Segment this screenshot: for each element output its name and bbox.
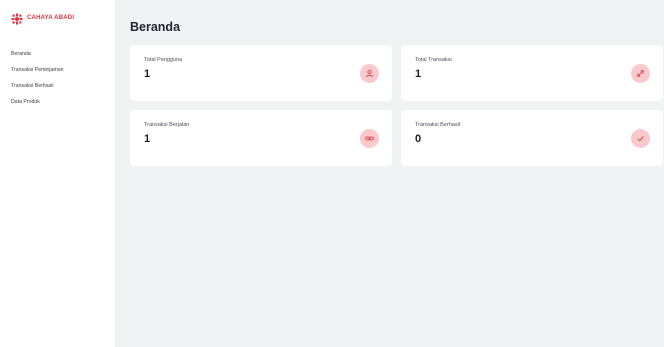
user-icon	[360, 64, 379, 83]
app-root: CAHAYA ABADI Beranda Transaksi Peminjama…	[0, 0, 664, 347]
stat-card-value: 1	[415, 68, 422, 80]
arrows-icon	[631, 64, 650, 83]
link-icon	[360, 129, 379, 148]
sidebar-item-beranda[interactable]: Beranda	[11, 46, 115, 62]
brand-name: CAHAYA ABADI	[27, 15, 75, 21]
check-icon	[631, 129, 650, 148]
stat-card-value: 1	[144, 68, 151, 80]
stat-card-label: Total Pengguna	[144, 57, 183, 63]
brand[interactable]: CAHAYA ABADI	[11, 12, 115, 25]
sidebar-item-data-produk[interactable]: Data Produk	[11, 94, 115, 110]
main-content: Beranda Total Pengguna 1 Total Transaksi…	[115, 0, 664, 347]
stats-grid: Total Pengguna 1 Total Transaksi 1 Trans…	[130, 45, 664, 166]
page-title: Beranda	[130, 20, 181, 34]
stat-card-total-transaksi: Total Transaksi 1	[401, 45, 663, 101]
stat-card-value: 0	[415, 133, 422, 145]
stat-card-value: 1	[144, 133, 151, 145]
stat-card-transaksi-berjalan: Transaksi Berjalan 1	[130, 110, 392, 166]
stat-card-transaksi-berhasil: Transaksi Berhasil 0	[401, 110, 663, 166]
sidebar: CAHAYA ABADI Beranda Transaksi Peminjama…	[0, 0, 115, 347]
stat-card-total-pengguna: Total Pengguna 1	[130, 45, 392, 101]
stat-card-label: Transaksi Berhasil	[415, 122, 461, 128]
stat-card-label: Transaksi Berjalan	[144, 122, 190, 128]
brand-logo-icon	[11, 12, 23, 25]
sidebar-item-transaksi-peminjaman[interactable]: Transaksi Peminjaman	[11, 62, 115, 78]
sidebar-nav: Beranda Transaksi Peminjaman Transaksi B…	[11, 46, 115, 110]
sidebar-item-transaksi-berhasil[interactable]: Transaksi Berhasil	[11, 78, 115, 94]
stat-card-label: Total Transaksi	[415, 57, 452, 63]
